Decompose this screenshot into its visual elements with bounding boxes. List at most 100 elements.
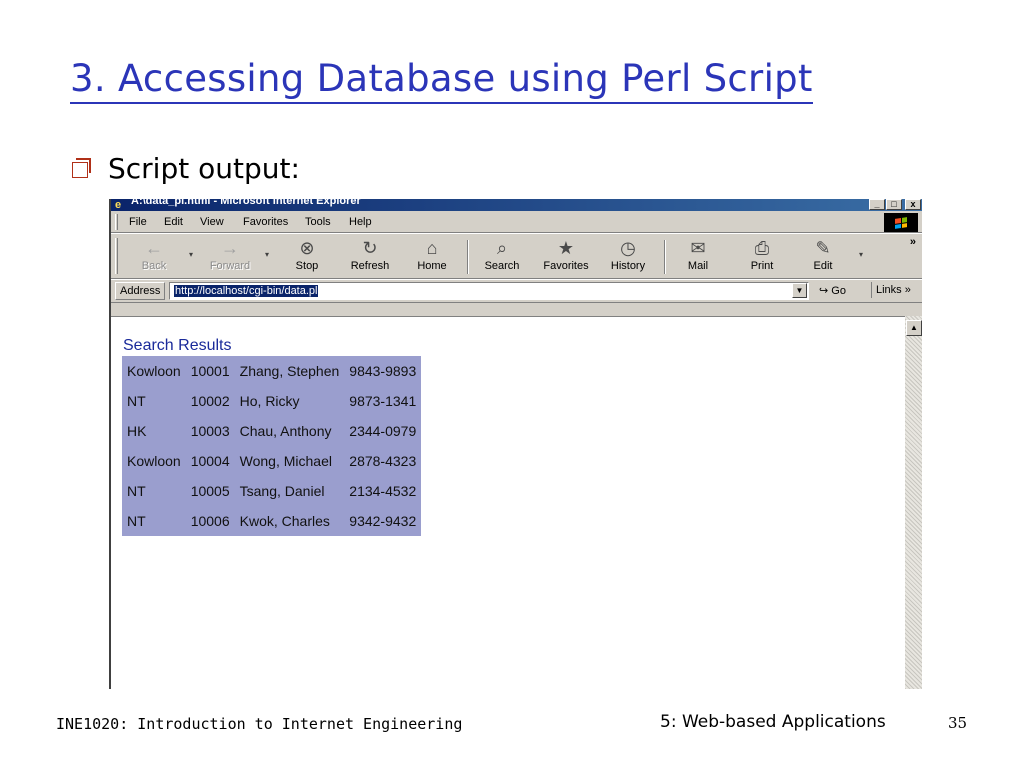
table-row: NT 10006 Kwok, Charles 9342-9432 [122, 506, 421, 536]
mail-icon: ✉ [690, 238, 706, 258]
back-label: Back [141, 260, 167, 272]
table-cell: Ho, Ricky [239, 393, 300, 409]
minimize-button[interactable]: _ [869, 199, 885, 210]
table-cell: Wong, Michael [239, 453, 332, 469]
history-label: History [610, 260, 646, 272]
table-row: Kowloon 10004 Wong, Michael 2878-4323 [122, 446, 421, 476]
table-cell: 10003 [190, 423, 230, 439]
checkbox-bullet-icon [72, 157, 91, 178]
table-cell: NT [127, 393, 146, 409]
toolbar-grip [115, 238, 118, 274]
table-row: HK 10003 Chau, Anthony 2344-0979 [122, 416, 421, 446]
address-label: Address [115, 282, 166, 300]
edit-icon: ✎ [815, 238, 831, 258]
table-cell: 9873-1341 [349, 393, 417, 409]
results-table: Kowloon 10001 Zhang, Stephen 9843-9893 NT 100… [122, 356, 422, 536]
scroll-up-button[interactable]: ▲ [906, 320, 922, 336]
links-chevron-icon: » [904, 284, 911, 296]
home-icon: ⌂ [426, 238, 438, 258]
stop-icon: ⊗ [299, 238, 315, 258]
menu-favorites[interactable]: Favorites [243, 216, 288, 228]
address-input[interactable]: http://localhost/cgi-bin/data.pl [169, 282, 809, 300]
table-cell: 10002 [190, 393, 230, 409]
favorites-icon: ★ [557, 238, 575, 258]
favorites-button[interactable]: ★ Favorites [536, 237, 596, 273]
title-bar: e A:\data_pl.html - Microsoft Internet E… [111, 199, 922, 211]
go-label: Go [831, 285, 846, 297]
toolbar-separator [664, 240, 666, 274]
table-cell: Kwok, Charles [239, 513, 330, 529]
vertical-scrollbar[interactable]: ▲ [905, 316, 922, 689]
home-label: Home [417, 260, 447, 272]
menu-tools[interactable]: Tools [305, 216, 331, 228]
windows-logo-icon [884, 213, 918, 232]
page-number: 35 [948, 714, 968, 732]
stop-button[interactable]: ⊗ Stop [277, 237, 337, 273]
go-arrow-icon: ↪ [819, 285, 829, 297]
toolbar-separator [467, 240, 469, 274]
back-dropdown-icon[interactable]: ▾ [189, 250, 193, 259]
forward-button[interactable]: → Forward [200, 237, 260, 273]
table-cell: Kowloon [127, 453, 181, 469]
table-cell: 9342-9432 [349, 513, 417, 529]
table-row: Kowloon 10001 Zhang, Stephen 9843-9893 [122, 356, 421, 386]
print-label: Print [750, 260, 774, 272]
menu-help[interactable]: Help [349, 216, 372, 228]
footer-section: 5: Web-based Applications [660, 712, 886, 732]
edit-label: Edit [813, 260, 833, 272]
mail-button[interactable]: ✉ Mail [668, 237, 728, 273]
table-cell: Tsang, Daniel [239, 483, 325, 499]
toolbar-chevron-icon[interactable]: » [910, 236, 916, 248]
favorites-label: Favorites [543, 260, 589, 272]
forward-dropdown-icon[interactable]: ▾ [265, 250, 269, 259]
search-icon: ⌕ [496, 238, 508, 258]
table-cell: Zhang, Stephen [239, 363, 340, 379]
table-cell: Chau, Anthony [239, 423, 332, 439]
menu-bar: File Edit View Favorites Tools Help [111, 211, 922, 233]
table-cell: NT [127, 513, 146, 529]
address-url: http://localhost/cgi-bin/data.pl [174, 285, 319, 297]
menu-view[interactable]: View [200, 216, 224, 228]
window-title: A:\data_pl.html - Microsoft Internet Exp… [131, 199, 361, 207]
links-label: Links [876, 284, 902, 296]
table-cell: 2344-0979 [349, 423, 417, 439]
page-viewport: Search Results Kowloon 10001 Zhang, Stephe… [111, 316, 905, 689]
address-bar: Address http://localhost/cgi-bin/data.pl… [111, 279, 922, 303]
address-dropdown-icon[interactable]: ▼ [792, 283, 807, 298]
table-cell: 2134-4532 [349, 483, 417, 499]
edit-button[interactable]: ✎ Edit [793, 237, 853, 273]
history-button[interactable]: ◷ History [598, 237, 658, 273]
go-button[interactable]: ↪ Go [819, 284, 846, 297]
history-icon: ◷ [620, 238, 636, 258]
table-cell: 10004 [190, 453, 230, 469]
back-button[interactable]: ← Back [124, 237, 184, 273]
standard-toolbar: ← Back ▾ → Forward ▾ ⊗ Stop ↻ Refresh ⌂ … [111, 233, 922, 279]
forward-arrow-icon: → [221, 238, 239, 258]
table-row: NT 10005 Tsang, Daniel 2134-4532 [122, 476, 421, 506]
table-cell: Kowloon [127, 363, 181, 379]
results-heading: Search Results [123, 337, 232, 354]
maximize-button[interactable]: □ [886, 199, 902, 210]
back-arrow-icon: ← [145, 238, 163, 258]
links-button[interactable]: Links » [871, 282, 915, 298]
table-cell: 10006 [190, 513, 230, 529]
ie-logo-icon: e [115, 199, 122, 211]
footer-course: INE1020: Introduction to Internet Engine… [56, 715, 463, 733]
search-button[interactable]: ⌕ Search [472, 237, 532, 273]
edit-dropdown-icon[interactable]: ▾ [859, 250, 863, 259]
table-cell: 9843-9893 [349, 363, 417, 379]
menu-file[interactable]: File [129, 216, 147, 228]
refresh-icon: ↻ [362, 238, 378, 258]
table-cell: HK [127, 423, 147, 439]
stop-label: Stop [295, 260, 319, 272]
bullet-item: Script output: [72, 152, 300, 185]
search-label: Search [484, 260, 520, 272]
menu-edit[interactable]: Edit [164, 216, 183, 228]
home-button[interactable]: ⌂ Home [402, 237, 462, 273]
print-button[interactable]: ⎙ Print [732, 237, 792, 273]
refresh-button[interactable]: ↻ Refresh [340, 237, 400, 273]
close-button[interactable]: x [905, 199, 921, 210]
table-cell: 10001 [190, 363, 230, 379]
table-row: NT 10002 Ho, Ricky 9873-1341 [122, 386, 421, 416]
slide-title: 3. Accessing Database using Perl Script [70, 56, 813, 104]
